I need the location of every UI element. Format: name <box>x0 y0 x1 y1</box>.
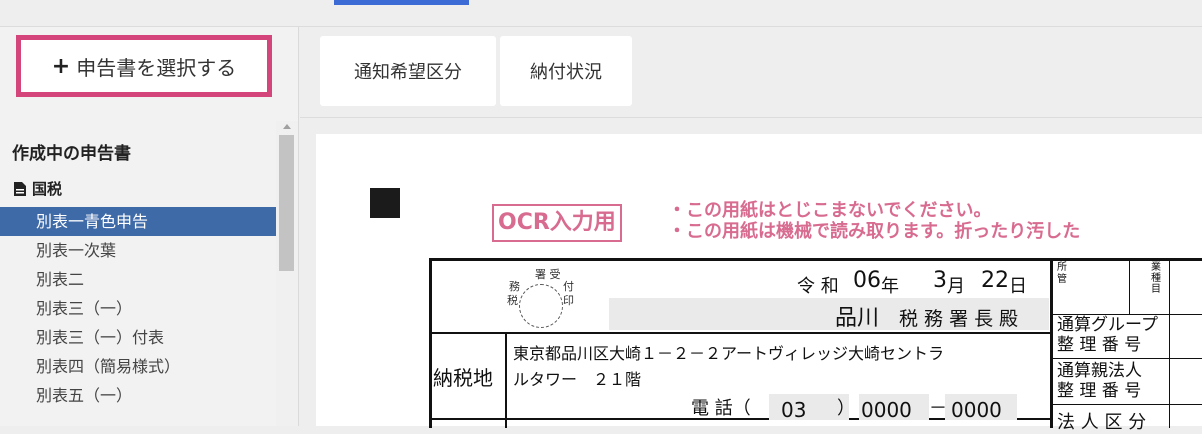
return-list: 作成中の申告書 国税 別表一青色申告 別表一次葉 別表二 別表三（一） 別表三（… <box>0 121 276 426</box>
corp-class-label: 法 人 区 分 <box>1057 412 1147 433</box>
sidebar-item-beppyo1-next[interactable]: 別表一次葉 <box>0 236 276 265</box>
form-preview-area: OCR入力用 ・この用紙はとじこまないでください。 ・この用紙は機械で読み取りま… <box>300 118 1202 433</box>
form-notice: ・この用紙はとじこまないでください。 ・この用紙は機械で読み取ります。折ったり汚… <box>668 200 1080 242</box>
notice-line-1: ・この用紙はとじこまないでください。 <box>668 200 992 221</box>
section-title: 作成中の申告書 <box>12 144 131 164</box>
stamp-top-text: 署 受 <box>535 268 561 281</box>
plus-icon: + <box>51 53 71 79</box>
registration-mark <box>370 188 400 218</box>
group-number-label-1: 通算グループ <box>1057 315 1158 335</box>
tab-bar: 通知希望区分 納付状況 <box>300 27 1202 118</box>
tax-office-suffix: 税 務 署 長 殿 <box>899 308 1019 330</box>
phone-part-2[interactable]: 0000 <box>951 398 1002 422</box>
date-day[interactable]: 22 <box>981 268 1009 293</box>
document-icon <box>14 181 26 196</box>
scroll-thumb[interactable] <box>279 135 294 271</box>
tab-payment-status[interactable]: 納付状況 <box>500 36 632 106</box>
date-month-unit: 月 <box>947 276 965 297</box>
select-return-button[interactable]: + 申告書を選択する <box>16 35 272 97</box>
industry-label: 業 種 目 <box>1151 262 1161 295</box>
date-month[interactable]: 3 <box>933 268 947 293</box>
notice-line-2: ・この用紙は機械で読み取ります。折ったり汚した <box>668 221 1081 242</box>
select-return-label: 申告書を選択する <box>76 55 237 80</box>
sidebar-item-beppyo2[interactable]: 別表二 <box>0 265 276 294</box>
sidebar-item-beppyo1-blue[interactable]: 別表一青色申告 <box>0 207 276 236</box>
sidebar-scrollbar[interactable] <box>276 121 298 426</box>
sidebar-item-beppyo3-1[interactable]: 別表三（一） <box>0 294 276 323</box>
national-tax-label: 国税 <box>32 180 63 198</box>
tab-notification-preference[interactable]: 通知希望区分 <box>320 36 496 106</box>
ocr-label: OCR入力用 <box>492 204 622 242</box>
active-top-tab-indicator[interactable] <box>334 0 469 5</box>
tax-form-paper: OCR入力用 ・この用紙はとじこまないでください。 ・この用紙は機械で読み取りま… <box>316 134 1202 433</box>
date-year-unit: 年 <box>881 276 899 297</box>
scroll-up-arrow-icon[interactable] <box>283 124 291 129</box>
phone-area-code[interactable]: 03 <box>781 398 806 422</box>
sidebar-item-beppyo3-1-attached[interactable]: 別表三（一）付表 <box>0 323 276 352</box>
tax-office-name[interactable]: 品川 <box>835 300 879 332</box>
stamp-bottom-right-text: 印 <box>563 294 574 307</box>
jurisdiction-label: 所 管 <box>1057 262 1067 285</box>
date-day-unit: 日 <box>1009 276 1027 297</box>
address-label: 納税地 <box>433 366 493 390</box>
top-bar <box>0 0 1202 27</box>
address-line-2[interactable]: ルタワー ２１階 <box>513 366 641 390</box>
phone-label: 電 話（ <box>691 398 751 419</box>
phone-close-paren: ） <box>837 398 855 419</box>
left-panel: + 申告書を選択する 作成中の申告書 国税 別表一青色申告 別表一次葉 別表二 … <box>0 27 299 426</box>
sidebar-item-beppyo4-simple[interactable]: 別表四（簡易様式） <box>0 352 276 381</box>
address-line-1[interactable]: 東京都品川区大崎１－２－２アートヴィレッジ大崎セントラ <box>513 340 944 364</box>
national-tax-heading: 国税 <box>14 178 62 199</box>
parent-number-label-1: 通算親法人 <box>1057 361 1142 381</box>
group-number-label-2: 整 理 番 号 <box>1057 335 1142 355</box>
date-year[interactable]: 06 <box>853 268 881 293</box>
stamp-bottom-left-text: 税 <box>507 294 518 307</box>
receipt-stamp <box>519 284 563 328</box>
date-era: 令 和 <box>797 276 839 297</box>
parent-number-label-2: 整 理 番 号 <box>1057 381 1142 401</box>
sidebar-item-beppyo5-1[interactable]: 別表五（一） <box>0 381 276 410</box>
phone-part-1[interactable]: 0000 <box>861 398 912 422</box>
